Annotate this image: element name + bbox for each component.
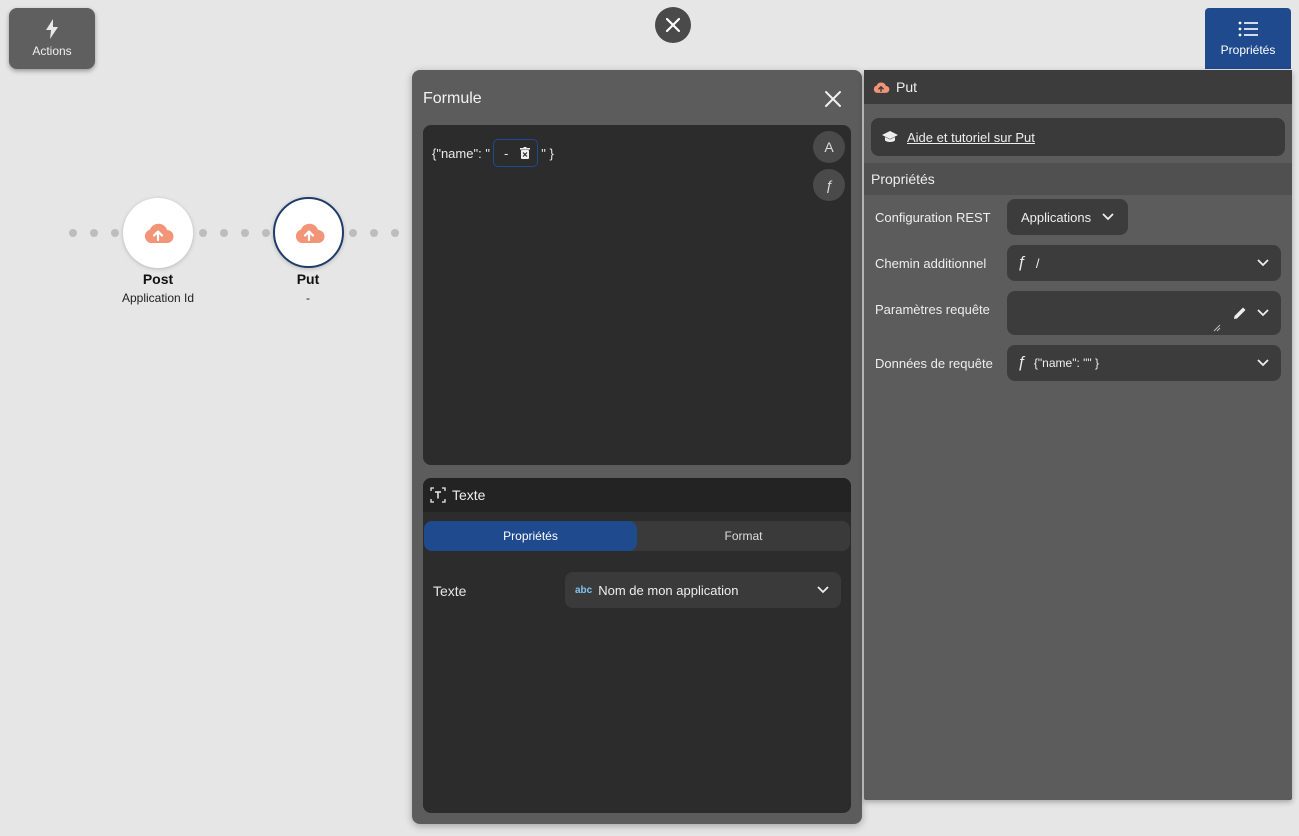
close-icon	[825, 91, 841, 107]
chevron-down-icon	[1257, 259, 1269, 267]
properties-header: Put	[864, 70, 1292, 104]
tab-properties[interactable]: Propriétés	[424, 521, 637, 551]
properties-title: Put	[896, 79, 918, 95]
help-tutorial-link[interactable]: Aide et tutoriel sur Put	[871, 118, 1285, 156]
formula-title: Formule	[423, 90, 482, 107]
rest-config-dropdown[interactable]: Applications	[1007, 199, 1128, 235]
connector-dot	[220, 229, 228, 237]
properties-panel: Put Aide et tutoriel sur Put Propriétés …	[864, 70, 1292, 800]
rest-config-value: Applications	[1021, 209, 1092, 225]
connector-dot	[199, 229, 207, 237]
cloud-upload-icon	[873, 81, 890, 93]
connector-dot	[349, 229, 357, 237]
insert-function-button[interactable]: ƒ	[813, 169, 845, 201]
text-panel-header: Texte	[423, 478, 851, 512]
additional-path-label: Chemin additionnel	[875, 256, 987, 271]
additional-path-field[interactable]: ƒ /	[1007, 245, 1281, 281]
formula-editor[interactable]: {"name": " - " } A ƒ	[423, 125, 851, 465]
graduation-cap-icon	[882, 131, 898, 142]
value-chip[interactable]: -	[492, 139, 539, 167]
properties-toggle-button[interactable]: Propriétés	[1205, 8, 1291, 69]
connector-dot	[69, 229, 77, 237]
text-value: Nom de mon application	[598, 582, 739, 598]
formula-close-button[interactable]	[822, 88, 844, 110]
connector-dot	[370, 229, 378, 237]
flow-node-put-title: Put	[296, 271, 320, 287]
code-prefix: {"name": "	[432, 145, 490, 161]
request-params-field[interactable]	[1007, 291, 1281, 335]
resize-handle-icon[interactable]	[1213, 324, 1221, 332]
abc-icon: abc	[575, 584, 593, 596]
text-icon: A	[824, 139, 834, 155]
cloud-upload-icon	[295, 223, 324, 243]
request-data-label: Données de requête	[875, 356, 993, 371]
rest-config-label: Configuration REST	[875, 210, 991, 225]
additional-path-value: /	[1035, 255, 1040, 271]
function-icon: ƒ	[1017, 354, 1026, 371]
request-data-value: {"name": "" }	[1033, 356, 1099, 370]
chevron-down-icon	[1257, 359, 1269, 367]
properties-section-title: Propriétés	[864, 163, 1292, 195]
text-panel-tabs: Propriétés Format	[424, 521, 850, 551]
insert-text-button[interactable]: A	[813, 131, 845, 163]
lightning-icon	[46, 19, 58, 39]
close-canvas-button[interactable]	[655, 7, 691, 43]
cloud-upload-icon	[144, 223, 174, 243]
flow-node-put-subtitle: -	[306, 291, 310, 305]
text-properties-panel: Texte Propriétés Format Texte abc Nom de…	[423, 478, 851, 813]
text-field-label: Texte	[433, 583, 467, 599]
text-type-icon	[430, 487, 446, 503]
connector-dot	[262, 229, 270, 237]
flow-node-post-title: Post	[142, 271, 174, 287]
flow-node-put[interactable]	[273, 197, 344, 268]
close-icon	[665, 17, 681, 33]
connector-dot	[391, 229, 399, 237]
pencil-icon[interactable]	[1233, 306, 1247, 320]
actions-button[interactable]: Actions	[9, 8, 95, 69]
chevron-down-icon	[1257, 309, 1269, 317]
code-suffix: " }	[541, 145, 554, 161]
help-link-text[interactable]: Aide et tutoriel sur Put	[907, 130, 1035, 145]
chevron-down-icon	[817, 586, 829, 594]
tab-format[interactable]: Format	[637, 521, 850, 551]
request-data-field[interactable]: ƒ {"name": "" }	[1007, 345, 1281, 381]
properties-toggle-label: Propriétés	[1220, 42, 1276, 57]
text-panel-title: Texte	[452, 487, 486, 503]
function-icon: ƒ	[825, 177, 833, 193]
function-icon: ƒ	[1017, 254, 1026, 271]
formula-panel: Formule {"name": " - " } A ƒ Texte Propr…	[412, 70, 862, 824]
actions-label: Actions	[32, 44, 72, 58]
request-params-label: Paramètres requête	[875, 302, 990, 317]
chevron-down-icon	[1102, 213, 1114, 221]
connector-dot	[90, 229, 98, 237]
text-value-dropdown[interactable]: abc Nom de mon application	[565, 572, 841, 608]
connector-dot	[111, 229, 119, 237]
delete-icon[interactable]	[520, 147, 531, 159]
flow-node-post-subtitle: Application Id	[121, 291, 195, 305]
connector-dot	[241, 229, 249, 237]
list-icon	[1238, 21, 1258, 36]
flow-node-post[interactable]	[123, 198, 193, 268]
formula-code-line: {"name": " - " }	[432, 139, 554, 167]
chip-value: -	[503, 145, 509, 161]
